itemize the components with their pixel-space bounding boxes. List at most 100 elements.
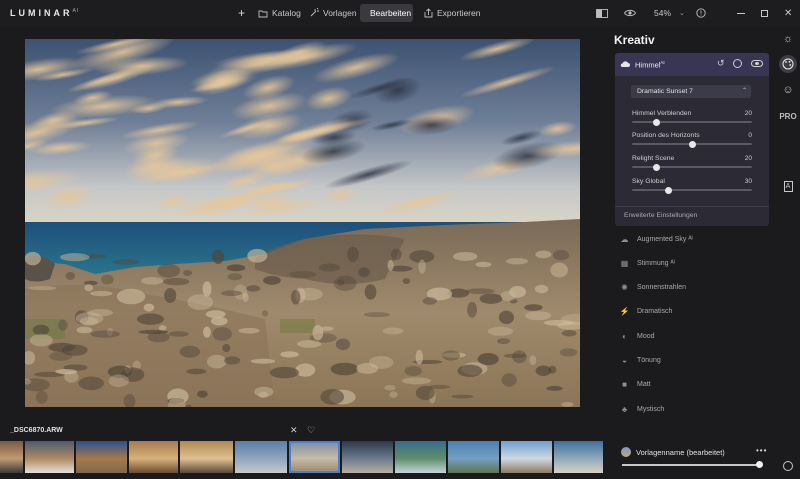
help-button[interactable] [690, 4, 712, 22]
minimize-icon [737, 12, 745, 14]
mood-grid-icon: ▦ [620, 258, 629, 268]
filmstrip-thumbnail[interactable] [76, 441, 127, 473]
slider-label: Sky Global [632, 178, 665, 185]
filmstrip-thumbnail[interactable] [289, 441, 340, 473]
mask-icon[interactable] [733, 59, 742, 68]
eye-icon [624, 9, 636, 17]
slider-value: 20 [744, 155, 752, 162]
tool-item[interactable]: ■ Matt [620, 377, 651, 393]
add-photos-button[interactable]: + [232, 4, 251, 22]
portrait-icon[interactable]: ☺ [779, 81, 797, 99]
tool-label: Augmented Sky ᴬᴵ [637, 235, 693, 243]
tool-label: Mystisch [637, 405, 665, 413]
filmstrip-thumbnail[interactable] [554, 441, 603, 473]
tool-item[interactable]: ☁ Augmented Sky ᴬᴵ [620, 231, 693, 247]
tool-item[interactable]: ⚡ Dramatisch [619, 304, 673, 320]
edit-label: Bearbeiten [370, 8, 412, 18]
filmstrip-thumbnail[interactable] [501, 441, 552, 473]
templates-tab[interactable]: Vorlagen [303, 4, 363, 22]
slider-knob[interactable] [688, 140, 696, 148]
sky-tool-header[interactable]: HimmelAI ↺ [615, 53, 769, 76]
chevron-updown-icon: ⌃ [742, 88, 748, 94]
filmstrip-thumbnail[interactable] [448, 441, 499, 473]
sun-rays-icon: ✺ [621, 283, 628, 293]
zoom-dropdown[interactable]: 54% ⌄ [648, 4, 691, 22]
tool-item[interactable]: ♣ Mystisch [620, 401, 664, 417]
catalog-label: Katalog [272, 8, 301, 18]
creative-palette-icon [782, 58, 794, 70]
top-toolbar: LUMINARAI + Katalog Vorlagen Bearbeiten … [0, 0, 800, 26]
preset-amount-knob[interactable] [755, 461, 763, 468]
reset-icon[interactable]: ↺ [717, 58, 725, 69]
chevron-down-icon: ⌄ [679, 10, 685, 17]
filmstrip-filename: _DSC6870.ARW [10, 427, 63, 434]
tool-label: Sonnenstrahlen [637, 284, 687, 292]
tool-item[interactable]: ◒ Tönung [620, 353, 661, 369]
tool-label: Tönung [637, 357, 661, 364]
tool-item[interactable]: ▦ Stimmung ᴬᴵ [620, 255, 675, 271]
advanced-settings-link[interactable]: Erweiterte Einstellungen [624, 212, 697, 219]
slider-track[interactable] [632, 166, 752, 168]
catalog-tab[interactable]: Katalog [252, 4, 307, 22]
maximize-button[interactable] [755, 4, 774, 22]
compare-icon [596, 8, 608, 18]
filmstrip-thumbnail[interactable] [129, 441, 178, 473]
lightning-icon: ⚡ [619, 307, 630, 317]
slider-track[interactable] [632, 189, 752, 191]
filmstrip-thumbnail[interactable] [25, 441, 74, 473]
minimize-button[interactable] [731, 4, 751, 22]
slider-value: 20 [744, 110, 752, 117]
filmstrip-thumbnail[interactable] [395, 441, 446, 473]
mystic-icon: ♣ [621, 404, 628, 414]
visibility-toggle-icon[interactable] [751, 60, 763, 67]
cloud-icon: ☁ [620, 234, 629, 244]
filmstrip-thumbnail[interactable] [235, 441, 287, 473]
tool-item[interactable]: ◐ Mood [620, 328, 654, 344]
palette-icon[interactable] [779, 55, 797, 73]
slider-label: Himmel Verblenden [632, 110, 692, 117]
plus-icon: + [238, 6, 246, 20]
edit-tab[interactable]: Bearbeiten [360, 4, 413, 22]
slider-knob[interactable] [664, 186, 672, 194]
slider-label: Relight Scene [632, 155, 675, 162]
filmstrip-thumbnail[interactable] [342, 441, 393, 473]
zoom-value: 54% [654, 8, 672, 18]
export-icon [424, 8, 433, 18]
slider-value: 0 [748, 132, 752, 139]
slider-value: 30 [744, 178, 752, 185]
toning-icon: ◒ [622, 356, 627, 365]
pro-tools-icon[interactable]: PRO [779, 107, 797, 125]
tool-item[interactable]: ✺ Sonnenstrahlen [620, 280, 686, 296]
local-masking-icon[interactable]: A [779, 177, 797, 195]
divider [615, 206, 769, 207]
close-window-button[interactable]: ✕ [778, 4, 798, 22]
filmstrip-thumbnail[interactable] [180, 441, 233, 473]
preset-amount-fill [622, 464, 760, 466]
export-tab[interactable]: Exportieren [418, 4, 486, 22]
cloud-icon [620, 61, 630, 67]
sky-tool-title: HimmelAI [635, 60, 665, 70]
magic-wand-icon [310, 8, 319, 17]
more-options-icon[interactable]: ••• [756, 446, 767, 455]
reject-close-icon[interactable]: ✕ [290, 425, 298, 436]
tool-label: Dramatisch [637, 308, 673, 316]
sky-preset-select[interactable]: Dramatic Sunset 7 ⌃ [631, 85, 751, 98]
preview-eye-button[interactable] [618, 4, 642, 22]
favorite-heart-icon[interactable]: ♡ [307, 425, 315, 436]
light-icon[interactable]: ☼ [779, 30, 797, 48]
compare-button[interactable] [590, 4, 614, 22]
sky-preset-value: Dramatic Sunset 7 [637, 88, 693, 95]
luminar-window: LUMINARAI + Katalog Vorlagen Bearbeiten … [0, 0, 800, 479]
panel-title: Kreativ [614, 33, 655, 47]
photo-canvas[interactable] [25, 39, 580, 407]
slider-knob[interactable] [652, 118, 660, 126]
slider-knob[interactable] [652, 163, 660, 171]
help-icon [696, 8, 706, 18]
slider-label: Position des Horizonts [632, 132, 700, 139]
folder-icon [258, 10, 268, 17]
history-icon[interactable] [779, 457, 797, 475]
square-icon: ■ [622, 380, 627, 390]
tool-label: Matt [637, 381, 651, 389]
slider-track[interactable] [632, 121, 752, 123]
filmstrip-thumbnail[interactable] [0, 441, 23, 473]
